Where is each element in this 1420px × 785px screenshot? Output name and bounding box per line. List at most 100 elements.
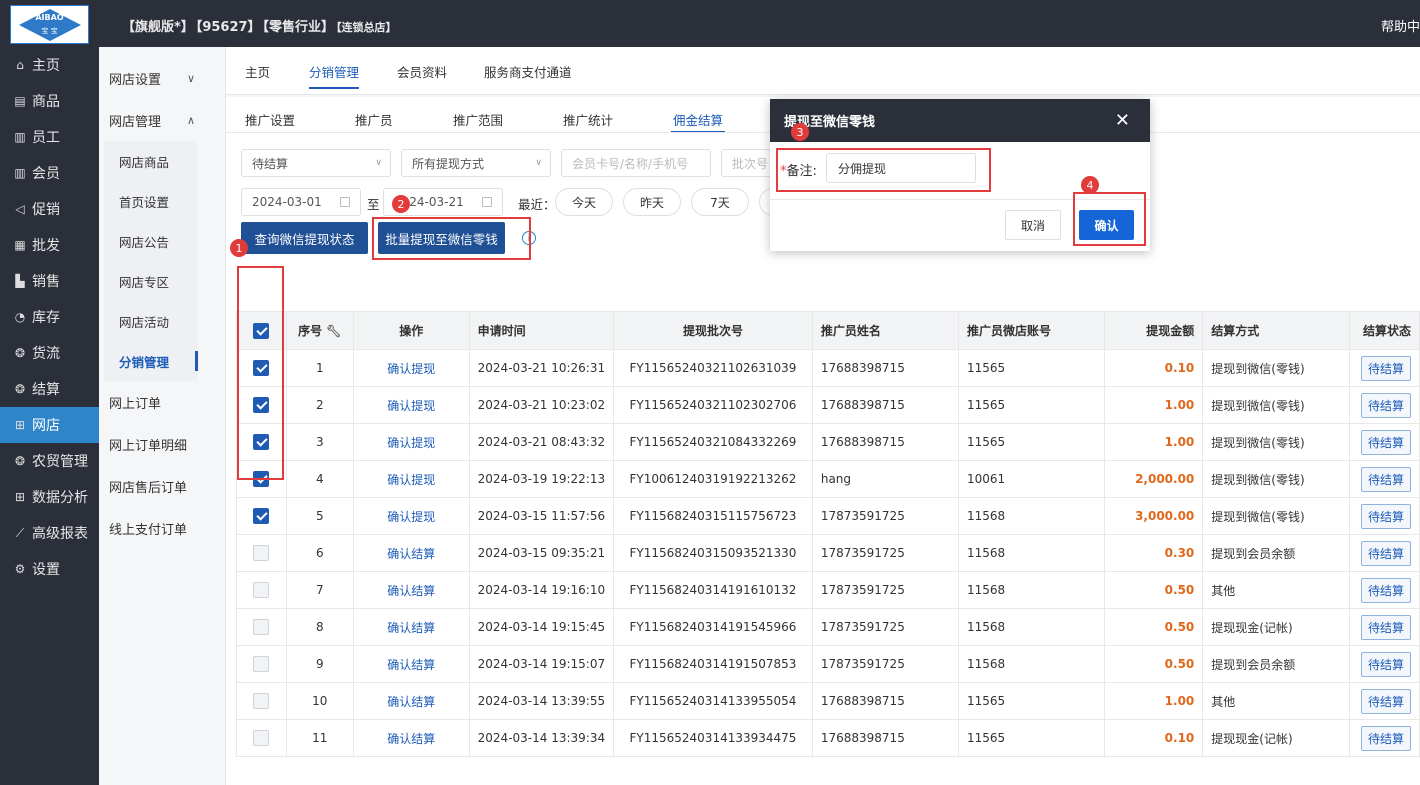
row-action-link[interactable]: 确认结算 (352, 645, 470, 683)
row-checkbox[interactable] (253, 656, 270, 672)
row-action-link[interactable]: 确认提现 (352, 349, 470, 387)
row-status: 待结算 (1349, 534, 1420, 572)
row-checkbox[interactable] (253, 471, 270, 487)
nav-item-5[interactable]: ▦ 批发 (0, 227, 99, 263)
nav-item-11[interactable]: ❂ 农贸管理 (0, 443, 99, 479)
quick-7days-button[interactable]: 7天 (691, 188, 749, 216)
nav-item-6[interactable]: ▙ 销售 (0, 263, 99, 299)
status-button[interactable]: 待结算 (1360, 429, 1411, 455)
status-button[interactable]: 待结算 (1360, 466, 1411, 492)
remark-input[interactable]: 分佣提现 (826, 153, 976, 183)
subnav-child-3[interactable]: 网店专区 (104, 261, 198, 301)
wholesale-icon: ▦ (14, 238, 26, 252)
subnav-child-4[interactable]: 网店活动 (104, 301, 198, 341)
nav-item-14[interactable]: ⚙ 设置 (0, 551, 99, 587)
status-button[interactable]: 待结算 (1360, 725, 1411, 751)
select-all-checkbox[interactable] (253, 322, 270, 339)
subtab-promo-settings[interactable]: 推广设置 (245, 110, 295, 129)
row-checkbox[interactable] (253, 508, 270, 524)
close-icon[interactable]: ✕ (1115, 110, 1130, 131)
status-button[interactable]: 待结算 (1360, 577, 1411, 603)
row-checkbox[interactable] (253, 730, 270, 746)
promo-icon: ◁ (15, 202, 25, 216)
subnav-online-orders[interactable]: 网上订单 (99, 381, 225, 423)
row-time: 2024-03-14 13:39:34 (468, 719, 615, 757)
quick-today-button[interactable]: 今天 (555, 188, 613, 216)
subnav-shop-manage[interactable]: 网店管理 ∧ (99, 99, 225, 141)
date-from-input[interactable]: 2024-03-01 (241, 188, 361, 216)
nav-item-2[interactable]: ▥ 员工 (0, 119, 99, 155)
subnav-child-1[interactable]: 首页设置 (104, 181, 198, 221)
row-action-link[interactable]: 确认提现 (352, 423, 470, 461)
nav-item-0[interactable]: ⌂ 主页 (0, 47, 99, 83)
nav-item-3[interactable]: ▥ 会员 (0, 155, 99, 191)
status-button[interactable]: 待结算 (1360, 503, 1411, 529)
row-amount: 0.50 (1104, 608, 1204, 646)
nav-item-10[interactable]: ⊞ 网店 (0, 407, 99, 443)
row-checkbox[interactable] (253, 545, 270, 561)
row-checkbox[interactable] (253, 360, 270, 376)
nav-item-7[interactable]: ◔ 库存 (0, 299, 99, 335)
tab-home[interactable]: 主页 (245, 62, 270, 81)
nav-item-4[interactable]: ◁ 促销 (0, 191, 99, 227)
confirm-button[interactable]: 确认 (1079, 210, 1134, 240)
row-action-link[interactable]: 确认提现 (352, 497, 470, 535)
tab-distribution[interactable]: 分销管理 (309, 62, 360, 89)
info-icon[interactable]: i (522, 231, 536, 245)
quick-yesterday-button[interactable]: 昨天 (623, 188, 681, 216)
nav-item-8[interactable]: ❂ 货流 (0, 335, 99, 371)
wrench-icon[interactable]: 🔧︎ (326, 324, 341, 338)
nav-item-12[interactable]: ⊞ 数据分析 (0, 479, 99, 515)
tab-member-info[interactable]: 会员资料 (397, 62, 447, 81)
row-method: 提现到微信(零钱) (1202, 423, 1351, 461)
status-button[interactable]: 待结算 (1360, 651, 1411, 677)
row-checkbox[interactable] (253, 582, 270, 598)
nav-item-1[interactable]: ▤ 商品 (0, 83, 99, 119)
date-from-value: 2024-03-01 (252, 195, 322, 209)
status-button[interactable]: 待结算 (1360, 614, 1411, 640)
row-time: 2024-03-14 13:39:55 (468, 682, 615, 720)
help-link[interactable]: 帮助中 (1381, 16, 1420, 35)
row-action-link[interactable]: 确认结算 (352, 571, 470, 609)
status-button[interactable]: 待结算 (1360, 355, 1411, 381)
row-action-link[interactable]: 确认结算 (352, 682, 470, 720)
brand-logo[interactable]: AIBAO 宝 宝 (10, 5, 89, 44)
row-checkbox[interactable] (253, 619, 270, 635)
query-wechat-status-button[interactable]: 查询微信提现状态 (241, 222, 368, 254)
settle-icon: ❂ (14, 382, 26, 396)
subnav-online-pay[interactable]: 线上支付订单 (99, 507, 225, 549)
tab-payment-channel[interactable]: 服务商支付通道 (484, 62, 572, 81)
subnav-child-0[interactable]: 网店商品 (104, 141, 198, 181)
nav-item-13[interactable]: ⟋ 高级报表 (0, 515, 99, 551)
subnav-child-5[interactable]: 分销管理 (104, 341, 198, 381)
row-checkbox-cell (236, 608, 287, 646)
member-search-input[interactable]: 会员卡号/名称/手机号 (561, 149, 711, 177)
subtab-promo-stats[interactable]: 推广统计 (563, 110, 613, 129)
row-checkbox[interactable] (253, 397, 270, 413)
status-select[interactable]: 待结算 ∨ (241, 149, 391, 177)
row-checkbox[interactable] (253, 693, 270, 709)
status-button[interactable]: 待结算 (1360, 688, 1411, 714)
cancel-button[interactable]: 取消 (1005, 210, 1061, 240)
row-action-link[interactable]: 确认结算 (352, 534, 470, 572)
row-time: 2024-03-15 11:57:56 (468, 497, 615, 535)
row-action-link[interactable]: 确认结算 (352, 719, 470, 757)
batch-withdraw-button[interactable]: 批量提现至微信零钱 (378, 222, 505, 254)
method-select[interactable]: 所有提现方式 ∨ (401, 149, 551, 177)
subtab-commission[interactable]: 佣金结算 (670, 110, 726, 133)
subnav-shop-settings[interactable]: 网店设置 ∨ (99, 57, 225, 99)
status-button[interactable]: 待结算 (1360, 392, 1411, 418)
subnav-child-2[interactable]: 网店公告 (104, 221, 198, 261)
industry-label: 【零售行业】 (262, 20, 335, 35)
subtab-promo-range[interactable]: 推广范围 (453, 110, 503, 129)
status-button[interactable]: 待结算 (1360, 540, 1411, 566)
nav-item-9[interactable]: ❂ 结算 (0, 371, 99, 407)
row-action-link[interactable]: 确认提现 (352, 386, 470, 424)
row-amount: 0.50 (1104, 571, 1204, 609)
row-action-link[interactable]: 确认提现 (352, 460, 470, 498)
subnav-online-order-detail[interactable]: 网上订单明细 (99, 423, 225, 465)
subnav-after-sales[interactable]: 网店售后订单 (99, 465, 225, 507)
subtab-promoters[interactable]: 推广员 (355, 110, 393, 129)
row-action-link[interactable]: 确认结算 (352, 608, 470, 646)
row-checkbox[interactable] (253, 434, 270, 450)
